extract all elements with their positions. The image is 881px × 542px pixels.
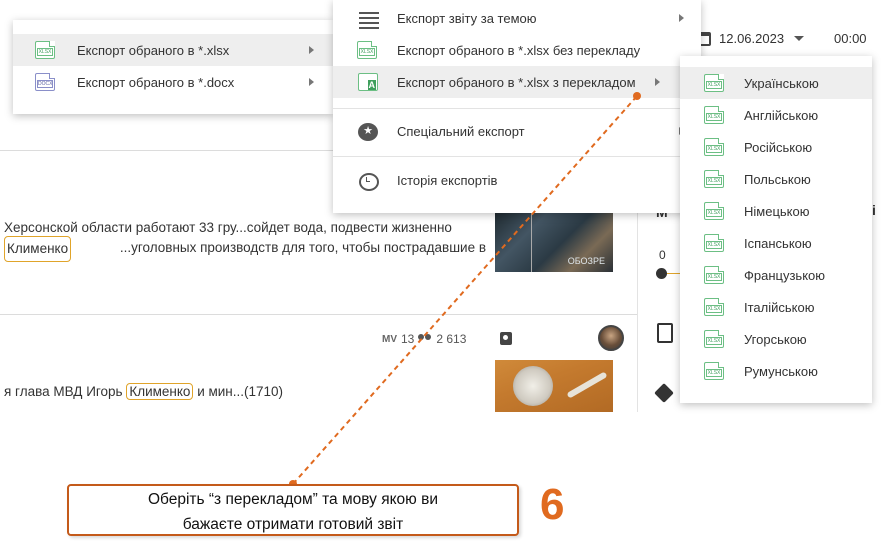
pointer-end-dot [633,92,641,100]
instruction-pointer [289,92,641,488]
callout-line: Оберіть “з перекладом” та мову якою ви [147,491,439,508]
callout-line: бажаєте отримати готовий звіт [182,516,404,533]
pointer-line [292,95,638,485]
instruction-callout: Оберіть “з перекладом” та мову якою ви б… [67,484,519,536]
step-number: 6 [540,480,565,529]
